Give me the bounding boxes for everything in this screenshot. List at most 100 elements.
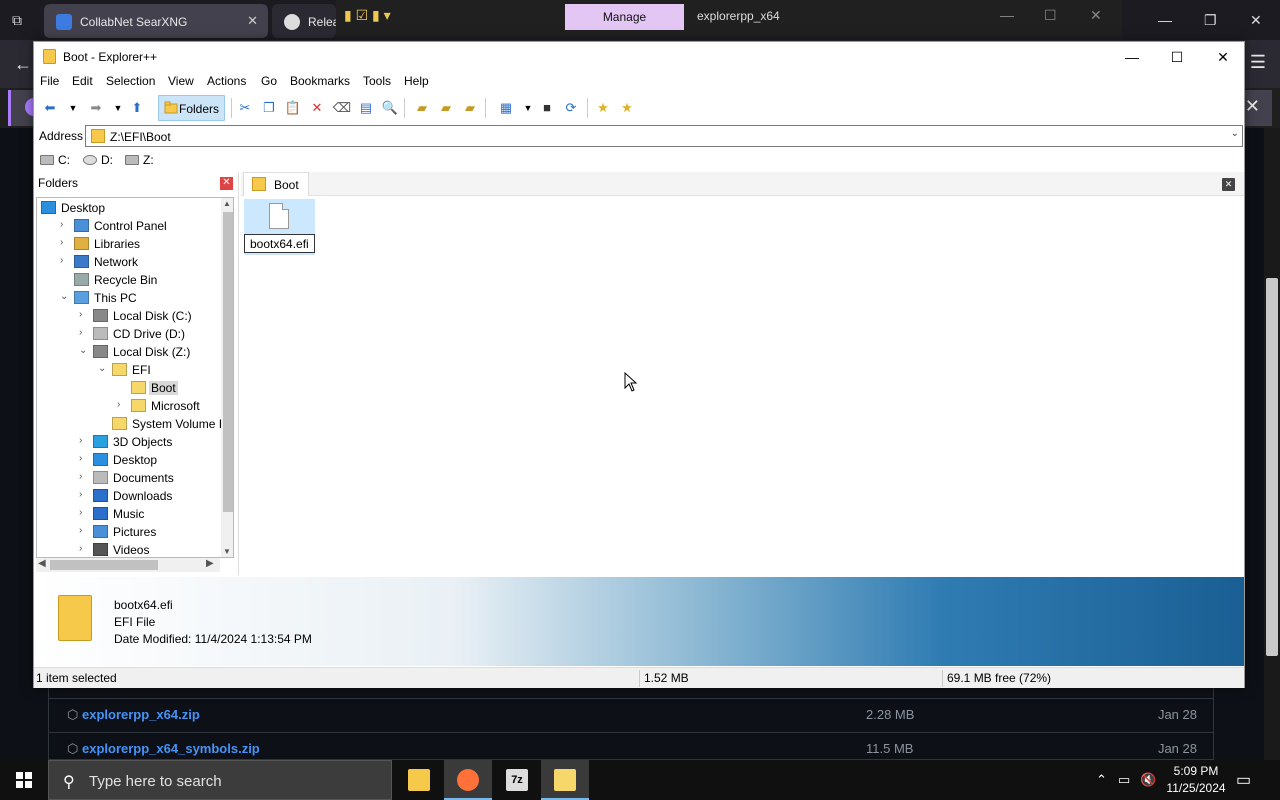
tree-item[interactable]: › Control Panel <box>37 217 233 235</box>
menu-view[interactable]: View <box>168 74 194 88</box>
delete-permanently-icon[interactable]: ⌫ <box>332 98 352 118</box>
minimize-button[interactable]: — <box>1117 46 1147 68</box>
tree-item[interactable]: › Downloads <box>37 487 233 505</box>
menu-file[interactable]: File <box>40 74 59 88</box>
chevron-right-icon[interactable]: › <box>79 327 89 338</box>
volume-muted-icon[interactable]: 🔇 <box>1140 772 1156 788</box>
scroll-left-icon[interactable]: ◀ <box>38 558 46 569</box>
views-icon[interactable]: ▦ <box>496 98 516 118</box>
properties-icon[interactable]: ▤ <box>356 98 376 118</box>
scroll-right-icon[interactable]: ▶ <box>206 558 214 569</box>
tree-item[interactable]: System Volume Info <box>37 415 233 433</box>
chevron-down-icon[interactable]: ⌄ <box>60 291 70 302</box>
system-clock[interactable]: 5:09 PM 11/25/2024 <box>1160 763 1232 797</box>
tree-item[interactable]: › Microsoft <box>37 397 233 415</box>
rename-field[interactable]: bootx64.efi <box>244 234 315 253</box>
tab-boot[interactable]: Boot <box>243 172 309 196</box>
notification-close-icon[interactable]: ✕ <box>1245 96 1260 117</box>
menu-edit[interactable]: Edit <box>72 74 93 88</box>
chevron-down-icon[interactable]: ⌄ <box>98 363 108 374</box>
browser-close-icon[interactable]: ✕ <box>1250 12 1262 29</box>
tree-item[interactable]: › Libraries <box>37 235 233 253</box>
tree-item[interactable]: Desktop <box>37 199 233 217</box>
tree-item[interactable]: › Desktop <box>37 451 233 469</box>
views-chevron-icon[interactable]: ▼ <box>518 98 538 118</box>
taskbar-explorer-plus-plus[interactable] <box>541 760 589 800</box>
forward-history-chevron-icon[interactable]: ▼ <box>108 98 128 118</box>
refresh-icon[interactable]: ⟳ <box>561 98 581 118</box>
bg-explorer-close-icon[interactable]: ✕ <box>1090 7 1102 24</box>
menu-bookmarks[interactable]: Bookmarks <box>290 74 350 88</box>
browser-tab-searxng[interactable]: CollabNet SearXNG ✕ <box>44 4 268 38</box>
network-icon[interactable]: ▭ <box>1118 772 1130 788</box>
copy-icon[interactable]: ❐ <box>259 98 279 118</box>
back-icon[interactable]: ⬅ <box>40 98 60 118</box>
title-bar[interactable]: Boot - Explorer++ — ☐ ✕ <box>34 42 1244 72</box>
browser-minimize-icon[interactable]: — <box>1158 12 1172 28</box>
tree-item[interactable]: › Documents <box>37 469 233 487</box>
taskbar-7zip[interactable]: 7z <box>493 760 541 800</box>
scrollbar-thumb[interactable] <box>1266 278 1278 656</box>
tree-vertical-scrollbar[interactable]: ▲ ▼ <box>221 198 233 557</box>
delete-icon[interactable]: ✕ <box>307 98 327 118</box>
tab-close-icon[interactable]: ✕ <box>1222 178 1235 191</box>
back-arrow-icon[interactable]: ← <box>14 54 32 75</box>
tab-overview-icon[interactable]: ⧉ <box>12 12 22 29</box>
scroll-up-icon[interactable]: ▲ <box>223 199 231 208</box>
back-history-chevron-icon[interactable]: ▼ <box>63 98 83 118</box>
taskbar-firefox[interactable] <box>444 760 492 800</box>
tree-item[interactable]: ⌄ EFI <box>37 361 233 379</box>
scrollbar-thumb[interactable] <box>50 560 158 570</box>
show-hidden-icons-chevron-icon[interactable]: ⌃ <box>1096 772 1107 788</box>
page-scrollbar[interactable] <box>1264 128 1280 760</box>
chevron-right-icon[interactable]: › <box>79 489 89 500</box>
tree-item[interactable]: › 3D Objects <box>37 433 233 451</box>
cut-icon[interactable]: ✂ <box>235 98 255 118</box>
taskbar-file-explorer[interactable] <box>395 760 443 800</box>
address-dropdown-icon[interactable]: ⌄ <box>1231 128 1239 139</box>
copy-to-icon[interactable]: ▰ <box>436 98 456 118</box>
search-folder-icon[interactable]: 🔍 <box>380 98 400 118</box>
chevron-right-icon[interactable]: › <box>79 309 89 320</box>
manage-ribbon-tab[interactable]: Manage <box>565 4 684 30</box>
tree-item[interactable]: Recycle Bin <box>37 271 233 289</box>
file-item[interactable]: bootx64.efi <box>244 199 315 255</box>
move-to-icon[interactable]: ▰ <box>412 98 432 118</box>
browser-restore-icon[interactable]: ❐ <box>1204 12 1217 29</box>
folders-toggle-button[interactable]: Folders <box>158 95 225 121</box>
new-folder-icon[interactable]: ▰ <box>460 98 480 118</box>
drive-d-button[interactable]: D: <box>83 153 113 167</box>
hamburger-menu-icon[interactable]: ☰ <box>1250 52 1266 73</box>
chevron-right-icon[interactable]: › <box>79 525 89 536</box>
browser-tab-releases[interactable]: Releas <box>272 4 345 38</box>
drive-z-button[interactable]: Z: <box>125 153 154 167</box>
chevron-right-icon[interactable]: › <box>79 435 89 446</box>
action-center-icon[interactable]: ▭ <box>1236 770 1251 790</box>
chevron-right-icon[interactable]: › <box>79 471 89 482</box>
chevron-right-icon[interactable]: › <box>60 237 70 248</box>
asset-link[interactable]: explorerpp_x64_symbols.zip <box>82 741 260 756</box>
menu-tools[interactable]: Tools <box>363 74 391 88</box>
drive-c-button[interactable]: C: <box>40 153 70 167</box>
asset-link[interactable]: explorerpp_x64.zip <box>82 707 200 722</box>
close-button[interactable]: ✕ <box>1208 46 1238 68</box>
maximize-button[interactable]: ☐ <box>1162 46 1192 68</box>
scrollbar-thumb[interactable] <box>223 212 233 512</box>
tree-item[interactable]: › Pictures <box>37 523 233 541</box>
paste-icon[interactable]: 📋 <box>283 98 303 118</box>
menu-go[interactable]: Go <box>261 74 277 88</box>
taskbar-search-box[interactable]: ⚲ Type here to search <box>48 760 392 800</box>
chevron-right-icon[interactable]: › <box>117 399 127 410</box>
menu-actions[interactable]: Actions <box>207 74 246 88</box>
chevron-right-icon[interactable]: › <box>60 255 70 266</box>
bookmarks-icon[interactable]: ★ <box>617 98 637 118</box>
chevron-down-icon[interactable]: ⌄ <box>79 345 89 356</box>
tree-item[interactable]: ⌄ This PC <box>37 289 233 307</box>
tree-horizontal-scrollbar[interactable]: ◀ ▶ <box>36 558 220 572</box>
chevron-right-icon[interactable]: › <box>79 543 89 554</box>
forward-icon[interactable]: ➡ <box>86 98 106 118</box>
folders-pane-close-icon[interactable]: ✕ <box>220 177 233 190</box>
tree-item[interactable]: › Videos <box>37 541 233 557</box>
scroll-down-icon[interactable]: ▼ <box>223 547 231 556</box>
bookmark-add-icon[interactable]: ★ <box>593 98 613 118</box>
